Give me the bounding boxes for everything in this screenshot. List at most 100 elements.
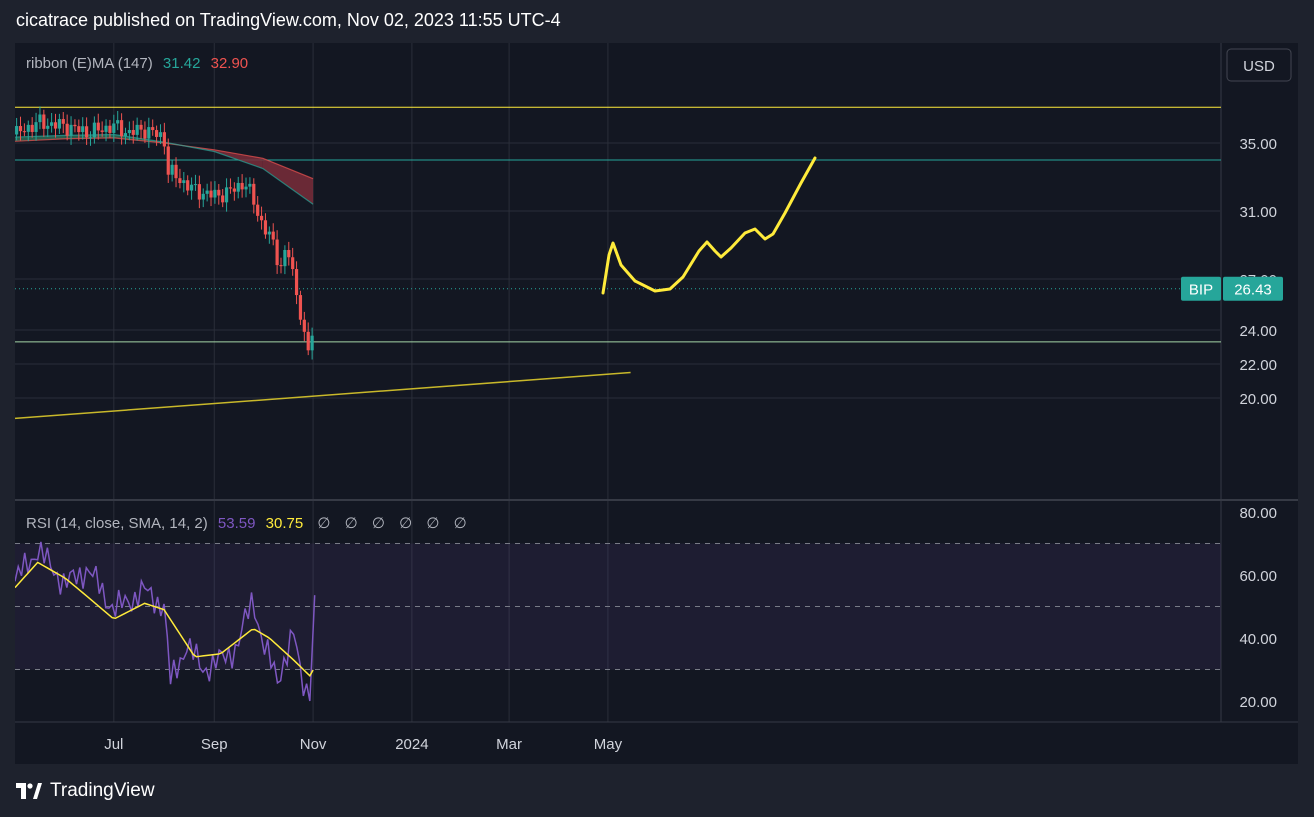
candle-body [61,119,65,124]
symbol-label: BIP [1189,282,1213,299]
candle-body [77,126,81,133]
candle-body [267,231,271,235]
empty-marker: ∅ [317,515,331,532]
candle-body [271,231,275,240]
price-series-layer [15,106,314,360]
candle-body [46,125,50,129]
time-axis-label: Sep [201,736,228,753]
candle-body [50,122,54,126]
candle-body [57,119,61,129]
candle-body [294,269,299,296]
candle-body [26,124,30,132]
ema-ribbon-segment [262,158,314,205]
candle-body [154,130,159,137]
candle-body [178,178,182,184]
candle-body [197,184,201,200]
time-axis-label: Nov [300,736,327,753]
candle-body [259,215,264,221]
candle-body [65,123,69,136]
levels-layer [14,106,1221,420]
empty-marker: ∅ [399,515,413,532]
rsi-axis-label: 40.00 [1239,631,1277,648]
footer-brand[interactable]: TradingView [16,780,155,802]
candle-body [193,184,198,186]
ema-slow-value: 32.90 [210,55,249,72]
candle-body [15,126,19,135]
candle-body [252,183,256,205]
candle-body [104,125,108,132]
candle-body [302,319,306,332]
candle-body [232,188,236,192]
candle-body [248,183,252,187]
chart-svg[interactable]: JulSepNov2024MarMay35.0031.0027.0024.002… [14,43,1298,764]
candle-body [244,186,248,190]
projection-layer [601,156,817,295]
candle-body [96,122,100,131]
candle-body [256,204,260,216]
candle-body [240,182,244,190]
candle-body [135,124,139,135]
candle-body [88,137,93,139]
time-axis-label: Jul [104,736,123,753]
rsi-axis-label: 20.00 [1239,694,1277,711]
candle-body [18,126,23,132]
candle-body [279,265,283,267]
candle-body [209,190,213,198]
time-axis-label: Mar [496,736,522,753]
candle-body [73,124,77,127]
candle-body [127,129,131,134]
candle-body [306,331,310,351]
candle-body [166,146,170,175]
last-price-label: 26.43 [1234,282,1272,299]
candle-body [139,124,143,130]
candle-body [81,126,85,133]
candle-body [298,295,303,320]
time-axis-label: 2024 [395,736,428,753]
candle-body [119,120,124,137]
price-axis-label: 35.00 [1239,136,1277,153]
tradingview-logo-icon [16,783,42,799]
candle-body [69,124,73,136]
candle-body [53,122,58,129]
candle-body [186,180,190,191]
candle-body [38,114,42,123]
candle-body [42,114,46,129]
rsi-axis-label: 80.00 [1239,505,1277,522]
rsi-legend[interactable]: RSI (14, close, SMA, 14, 2) 53.59 30.75 … [26,514,467,532]
candle-body [221,195,225,203]
candle-body [162,132,166,147]
chart-frame[interactable]: JulSepNov2024MarMay35.0031.0027.0024.002… [14,43,1298,764]
candle-body [283,249,287,267]
ema-ribbon-label: ribbon (E)MA (147) [26,55,153,72]
empty-marker: ∅ [453,515,467,532]
candle-body [158,132,163,137]
candle-body [228,187,233,189]
rsi-sma-value: 30.75 [265,515,304,532]
candle-body [213,189,217,198]
candle-body [116,120,120,124]
time-axis-label: May [594,736,623,753]
candle-body [100,130,104,132]
candle-body [310,335,314,351]
ema-ribbon-legend[interactable]: ribbon (E)MA (147) 31.42 32.90 [26,55,248,72]
candle-body [22,131,26,133]
candle-body [131,129,135,135]
candle-body [112,123,116,133]
support-trendline [14,371,631,420]
price-axis-label: 20.00 [1239,391,1277,408]
brand-name: TradingView [50,780,155,801]
candle-body [224,187,229,203]
candle-body [236,182,240,192]
candle-body [108,125,112,133]
empty-marker: ∅ [371,515,385,532]
candle-body [275,239,279,266]
candle-body [174,164,178,179]
candle-body [189,184,194,191]
empty-marker: ∅ [426,515,440,532]
ema-fast-value: 31.42 [162,55,201,72]
candle-body [291,257,295,270]
rsi-layer [14,541,1221,702]
candle-body [34,122,38,132]
candle-body [92,122,96,138]
candle-body [217,189,221,196]
